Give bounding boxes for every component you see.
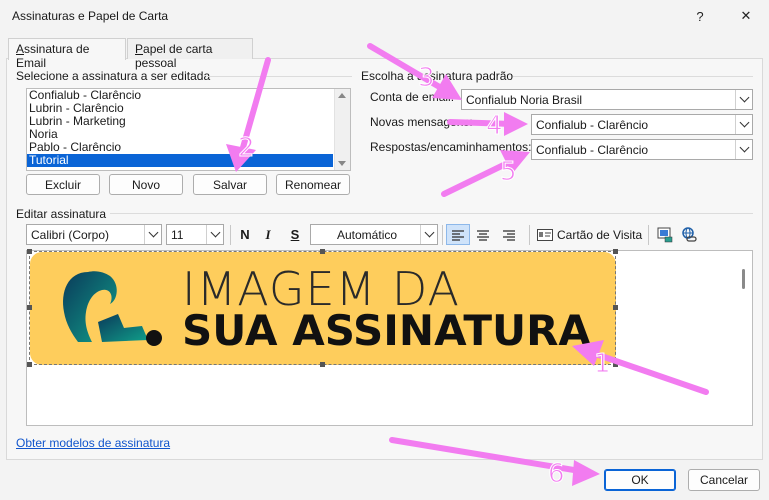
annotation-number-1: 1 — [594, 349, 611, 379]
annotation-number-3: 3 — [418, 63, 435, 93]
annotation-number-5: 5 — [500, 157, 517, 187]
tab-email-signature[interactable]: Assinatura de Email — [8, 38, 126, 70]
annotation-number-6: 6 — [548, 459, 565, 489]
tab-label-mnemonic: A — [16, 42, 25, 56]
annotation-arrow-3 — [367, 43, 451, 95]
annotation-number-2: 2 — [238, 133, 255, 163]
annotation-number-4: 4 — [486, 111, 503, 141]
tutorial-annotations: 1 2 3 4 5 6 — [226, 43, 709, 490]
